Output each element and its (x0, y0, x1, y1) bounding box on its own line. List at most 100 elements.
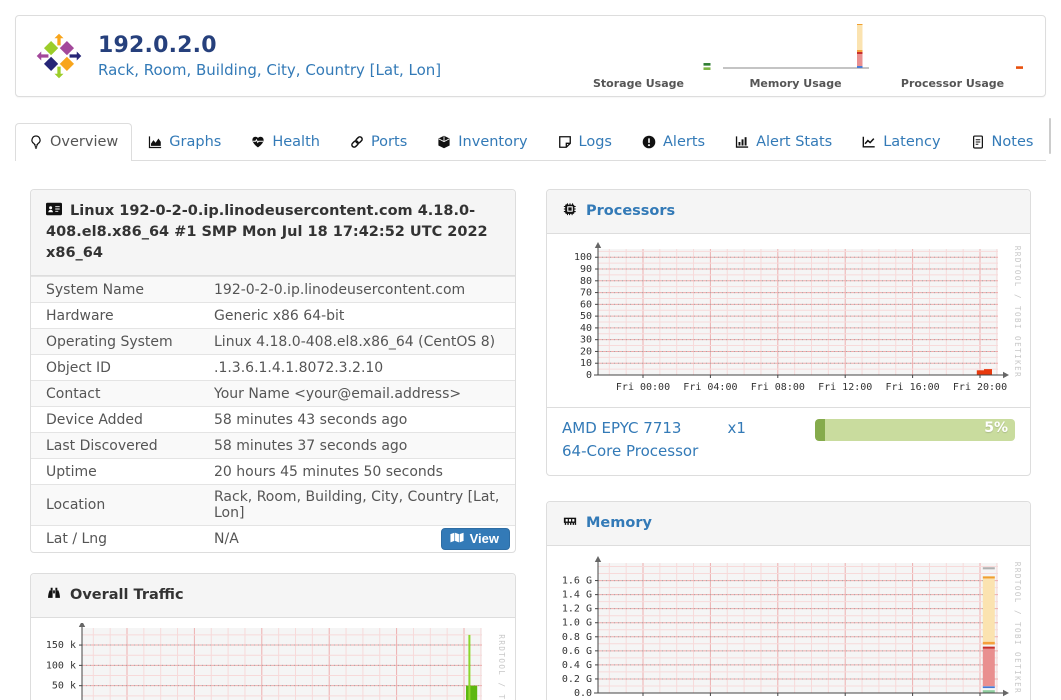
tab-latency[interactable]: Latency (848, 123, 954, 160)
table-row: Contact Your Name <your@email.address> (31, 380, 515, 407)
cube-icon (437, 135, 451, 149)
row-value: N/A (214, 530, 239, 547)
memory-usage-sparkline (722, 24, 869, 69)
bar-chart-icon (735, 135, 749, 149)
cpu-usage-percent: 5% (984, 420, 1008, 437)
svg-text:Fri 08:00: Fri 08:00 (751, 382, 805, 393)
table-row: Operating System Linux 4.18.0-408.el8.x86… (31, 328, 515, 355)
memory-graph[interactable]: 0.0 0.2 G 0.4 G 0.6 G 0.8 G 1.0 G 1.2 G 1.4 G 1.… (552, 551, 1022, 700)
svg-text:20: 20 (580, 346, 592, 357)
traffic-panel: Overall Traffic 050 k100 k150 kRRDTOOL /… (30, 572, 516, 700)
row-label: Last Discovered (46, 437, 158, 454)
system-info-header: Linux 192-0-2-0.ip.linodeusercontent.com… (31, 190, 515, 277)
svg-text:Fri 00:00: Fri 00:00 (616, 382, 670, 393)
tab-logs[interactable]: Logs (544, 123, 626, 160)
tab-label: Ports (370, 134, 408, 150)
svg-text:RRDTOOL / TOBI OETIKER: RRDTOOL / TOBI OETIKER (1013, 246, 1022, 378)
memory-panel: Memory 0.0 0.2 G 0.4 G 0.6 G 0.8 G 1.0 G 1.2 G… (546, 500, 1031, 700)
cpu-usage-fill (815, 419, 825, 442)
row-value: 58 minutes 43 seconds ago (214, 411, 408, 428)
minigraph-label: Processor Usage (900, 77, 1005, 90)
svg-text:0.0: 0.0 (574, 688, 592, 699)
svg-text:30: 30 (580, 335, 592, 346)
svg-text:50: 50 (580, 311, 592, 322)
tab-alerts[interactable]: Alerts (628, 123, 719, 160)
svg-text:1.2 G: 1.2 G (562, 603, 592, 614)
settings-button[interactable] (1050, 119, 1051, 153)
row-value: Linux 4.18.0-408.el8.x86_64 (CentOS 8) (214, 333, 496, 350)
overall-traffic-graph[interactable]: 050 k100 k150 kRRDTOOL / TOBI OETIKER (36, 622, 506, 700)
minigraph-label: Storage Usage (593, 77, 684, 90)
tab-bar: Overview Graphs Health Ports Inventory Logs Al… (15, 118, 1052, 161)
address-card-icon (46, 202, 62, 216)
cpu-count: x1 (727, 419, 746, 438)
tab-label: Alert Stats (756, 134, 833, 150)
table-row: Hardware Generic x86 64-bit (31, 302, 515, 329)
device-title: 192.0.2.0 (98, 33, 217, 58)
svg-text:100 k: 100 k (46, 660, 76, 671)
svg-text:Fri 12:00: Fri 12:00 (818, 382, 872, 393)
svg-text:1.4 G: 1.4 G (562, 589, 592, 600)
lightbulb-icon (29, 135, 43, 149)
processor-usage-sparkline (1015, 66, 1023, 69)
processors-graph[interactable]: 0102030405060708090100 Fri 00:00 Fri 04:00… (552, 239, 1022, 401)
row-value: 58 minutes 37 seconds ago (214, 437, 408, 454)
minigraph-processor-usage[interactable]: Processor Usage (874, 22, 1031, 90)
row-value: .1.3.6.1.4.1.8072.3.2.10 (214, 359, 384, 376)
table-row: Lat / Lng N/A View (31, 525, 515, 552)
svg-text:40: 40 (580, 323, 592, 334)
svg-text:0.4 G: 0.4 G (562, 659, 592, 670)
processors-header: Processors (547, 190, 1030, 235)
row-label: Hardware (46, 307, 114, 324)
cpu-name-line2[interactable]: 64-Core Processor (562, 440, 746, 463)
device-header: 192.0.2.0 Rack, Room, Building, City, Co… (15, 15, 1046, 97)
memory-chip-icon (562, 514, 578, 528)
line-chart-icon (862, 135, 876, 149)
cpu-usage-bar: 5% (815, 419, 1015, 442)
table-row: Device Added 58 minutes 43 seconds ago (31, 406, 515, 433)
table-row: Last Discovered 58 minutes 37 seconds ago (31, 432, 515, 459)
view-location-button[interactable]: View (440, 528, 510, 551)
row-label: Contact (46, 385, 101, 402)
overview-content: Linux 192-0-2-0.ip.linodeusercontent.com… (30, 189, 1031, 700)
memory-header: Memory (547, 501, 1030, 546)
tab-label: Graphs (169, 134, 222, 150)
svg-text:RRDTOOL / TOBI OETIKER: RRDTOOL / TOBI OETIKER (1013, 561, 1022, 693)
svg-text:60: 60 (580, 299, 592, 310)
tab-label: Health (272, 134, 320, 150)
system-info-title: Linux 192-0-2-0.ip.linodeusercontent.com… (46, 203, 488, 262)
minigraph-storage-usage[interactable]: Storage Usage (560, 22, 717, 90)
tab-label: Alerts (663, 134, 706, 150)
svg-text:0.2 G: 0.2 G (562, 673, 592, 684)
microchip-icon (562, 202, 578, 216)
svg-text:150 k: 150 k (46, 640, 76, 651)
cpu-name-link[interactable]: AMD EPYC 7713 (562, 419, 681, 437)
tab-inventory[interactable]: Inventory (423, 123, 541, 160)
device-location-link[interactable]: Rack, Room, Building, City, Country [Lat… (98, 61, 441, 79)
tab-alert-stats[interactable]: Alert Stats (721, 123, 846, 160)
svg-text:1.0 G: 1.0 G (562, 617, 592, 628)
device-actions-group (1049, 118, 1052, 154)
binoculars-icon (46, 586, 62, 600)
minigraph-memory-usage[interactable]: Memory Usage (717, 22, 874, 90)
tab-notes[interactable]: Notes (957, 123, 1048, 160)
tab-graphs[interactable]: Graphs (134, 123, 235, 160)
storage-usage-sparkline (703, 63, 710, 70)
svg-text:10: 10 (580, 358, 592, 369)
centos-logo (36, 33, 82, 79)
svg-text:80: 80 (580, 276, 592, 287)
tab-overview[interactable]: Overview (15, 123, 133, 161)
cpu-usage-row: AMD EPYC 7713 x1 64-Core Processor 5% (547, 407, 1030, 475)
row-value: 192-0-2-0.ip.linodeusercontent.com (214, 281, 466, 298)
tab-ports[interactable]: Ports (336, 123, 421, 160)
row-label: Uptime (46, 463, 97, 480)
tab-health[interactable]: Health (237, 123, 334, 160)
row-label: Object ID (46, 359, 111, 376)
processors-title: Processors (586, 203, 676, 219)
table-row: Uptime 20 hours 45 minutes 50 seconds (31, 458, 515, 485)
memory-title: Memory (586, 514, 652, 531)
tab-label: Latency (883, 134, 941, 150)
svg-text:Fri 20:00: Fri 20:00 (953, 382, 1007, 393)
table-row: Location Rack, Room, Building, City, Coun… (31, 484, 515, 526)
processors-panel: Processors 0 10 20 30 40 50 60 70 80 90 100 Fri 00:… (546, 189, 1031, 476)
